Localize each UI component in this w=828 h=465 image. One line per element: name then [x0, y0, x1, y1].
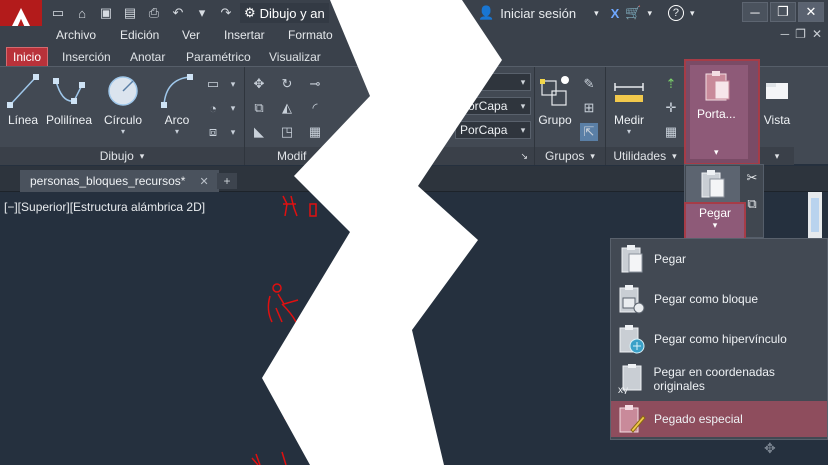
- paste-label: Pegar: [698, 206, 732, 220]
- menu-item-label: Pegado especial: [654, 412, 743, 426]
- paste-icon: [701, 170, 725, 198]
- person-block-2: [267, 283, 299, 323]
- autocad-window: ▭ ⌂ ▣ ▤ ⎙ ↶ ▾ ↷ ▾ ⚙ Dibujo y an 👤 Inicia…: [0, 0, 828, 465]
- menu-item-label: Pegar como bloque: [654, 292, 759, 306]
- cut-icon[interactable]: ✂: [747, 170, 758, 186]
- navigation-cube-icon[interactable]: ✥: [764, 440, 804, 465]
- menu-item-label: Pegar: [654, 252, 687, 266]
- paste-dropdown-icon: ▾: [712, 220, 718, 230]
- menu-item-label: Pegar en coordenadas originales: [653, 365, 775, 393]
- paste-special-icon: [615, 402, 649, 436]
- menu-item-pegar[interactable]: Pegar: [611, 241, 827, 277]
- clipboard-side-tools: ✂ ⧉: [740, 166, 764, 236]
- menu-item-pegar-coordenadas[interactable]: xy Pegar en coordenadas originales: [611, 361, 827, 397]
- paste-dropdown-menu: Pegar Pegar como bloque Pegar como hiper…: [610, 238, 828, 440]
- menu-item-pegar-bloque[interactable]: Pegar como bloque: [611, 281, 827, 317]
- svg-text:xy: xy: [618, 385, 628, 394]
- person-block-1: [282, 195, 317, 217]
- menu-item-pegado-especial[interactable]: Pegado especial: [611, 401, 827, 437]
- paste-as-block-icon: [615, 282, 649, 316]
- copy-clip-icon[interactable]: ⧉: [747, 196, 756, 212]
- paste-icon: [615, 242, 649, 276]
- menu-item-label: Pegar como hipervínculo: [654, 332, 787, 346]
- person-block-4: [251, 451, 287, 465]
- paste-hyperlink-icon: [615, 322, 649, 356]
- paste-original-coords-icon: xy: [615, 362, 649, 396]
- menu-item-pegar-hipervinculo[interactable]: Pegar como hipervínculo: [611, 321, 827, 357]
- scrollbar-thumb[interactable]: [811, 198, 819, 232]
- person-block-3: [284, 409, 292, 421]
- paste-button[interactable]: [686, 166, 740, 202]
- vertical-scrollbar[interactable]: [808, 192, 822, 238]
